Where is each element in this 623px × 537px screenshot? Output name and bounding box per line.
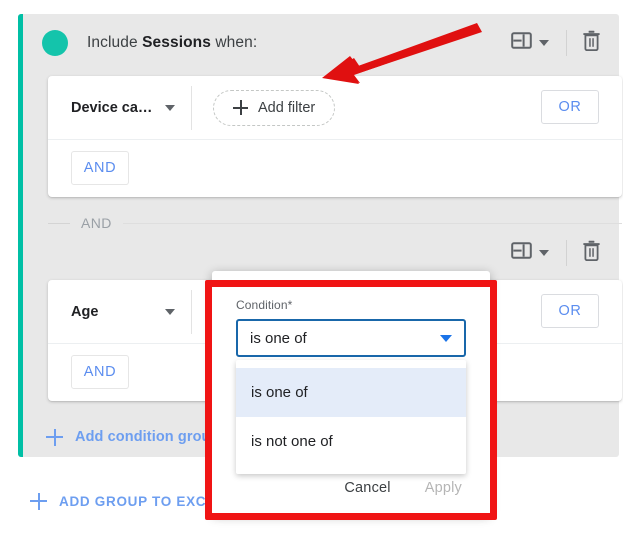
plus-icon xyxy=(233,100,248,115)
include-group-actions xyxy=(509,20,607,66)
condition-select[interactable]: is one of xyxy=(236,319,466,357)
plus-icon xyxy=(46,428,63,446)
include-scope: Sessions xyxy=(142,34,211,51)
and-button-2[interactable]: AND xyxy=(71,355,129,389)
add-condition-group-label: Add condition group xyxy=(75,429,220,445)
row-divider xyxy=(191,289,192,334)
or-button-1[interactable]: OR xyxy=(541,90,599,124)
condition-popover-actions: Cancel Apply xyxy=(332,473,474,503)
condition-popover-body: Condition* is one of is one of is not on… xyxy=(212,271,490,515)
dimension-select-device-category[interactable]: Device ca… xyxy=(48,76,191,140)
second-group-header xyxy=(30,230,607,276)
chevron-down-icon xyxy=(165,104,175,111)
include-suffix: when: xyxy=(210,34,258,51)
add-filter-label: Add filter xyxy=(258,99,316,116)
table-layout-icon xyxy=(511,31,532,55)
include-accent-bar xyxy=(18,14,23,457)
condition-row-1: Device ca… Add filter OR xyxy=(48,76,622,140)
chevron-down-icon xyxy=(165,308,175,315)
add-filter-button[interactable]: Add filter xyxy=(213,89,336,126)
dimension-label: Age xyxy=(71,303,99,320)
chevron-down-icon xyxy=(539,250,549,256)
row-divider xyxy=(191,85,192,130)
condition-popover: Condition* is one of is one of is not on… xyxy=(212,271,490,515)
group-layout-button-2[interactable] xyxy=(509,238,551,268)
include-group-title: Include Sessions when: xyxy=(87,34,257,52)
group-joiner-label: AND xyxy=(81,215,112,231)
condition-field-label: Condition* xyxy=(236,298,293,312)
cancel-button[interactable]: Cancel xyxy=(332,473,402,503)
condition-card-1: Device ca… Add filter OR AND xyxy=(48,76,622,197)
chevron-down-icon xyxy=(440,334,452,342)
group-delete-button-2[interactable] xyxy=(580,238,603,268)
table-layout-icon xyxy=(511,241,532,265)
status-dot-icon xyxy=(42,30,68,56)
dimension-select-age[interactable]: Age xyxy=(48,280,191,344)
condition-select-value: is one of xyxy=(250,329,307,347)
and-button-1[interactable]: AND xyxy=(71,151,129,185)
apply-button: Apply xyxy=(413,473,474,503)
second-group-actions xyxy=(509,230,607,276)
group-layout-button[interactable] xyxy=(509,28,551,58)
condition-options-list: is one of is not one of xyxy=(236,360,466,474)
divider-line-left xyxy=(48,222,70,224)
dimension-label: Device ca… xyxy=(71,99,153,116)
include-prefix: Include xyxy=(87,34,143,51)
and-zone-1: AND xyxy=(48,140,622,196)
trash-icon xyxy=(582,240,601,266)
plus-icon xyxy=(30,492,47,510)
group-delete-button[interactable] xyxy=(580,28,603,58)
or-button-2[interactable]: OR xyxy=(541,294,599,328)
divider-line-right xyxy=(122,222,622,224)
include-group-header: Include Sessions when: xyxy=(30,20,607,66)
action-divider xyxy=(566,30,567,56)
action-divider xyxy=(566,240,567,266)
condition-option-is-not-one-of[interactable]: is not one of xyxy=(236,417,466,466)
trash-icon xyxy=(582,30,601,56)
condition-option-is-one-of[interactable]: is one of xyxy=(236,368,466,417)
add-condition-group-button[interactable]: Add condition group xyxy=(30,418,219,456)
screen-root: Include Sessions when: Device ca… Add fi… xyxy=(0,0,623,537)
chevron-down-icon xyxy=(539,40,549,46)
